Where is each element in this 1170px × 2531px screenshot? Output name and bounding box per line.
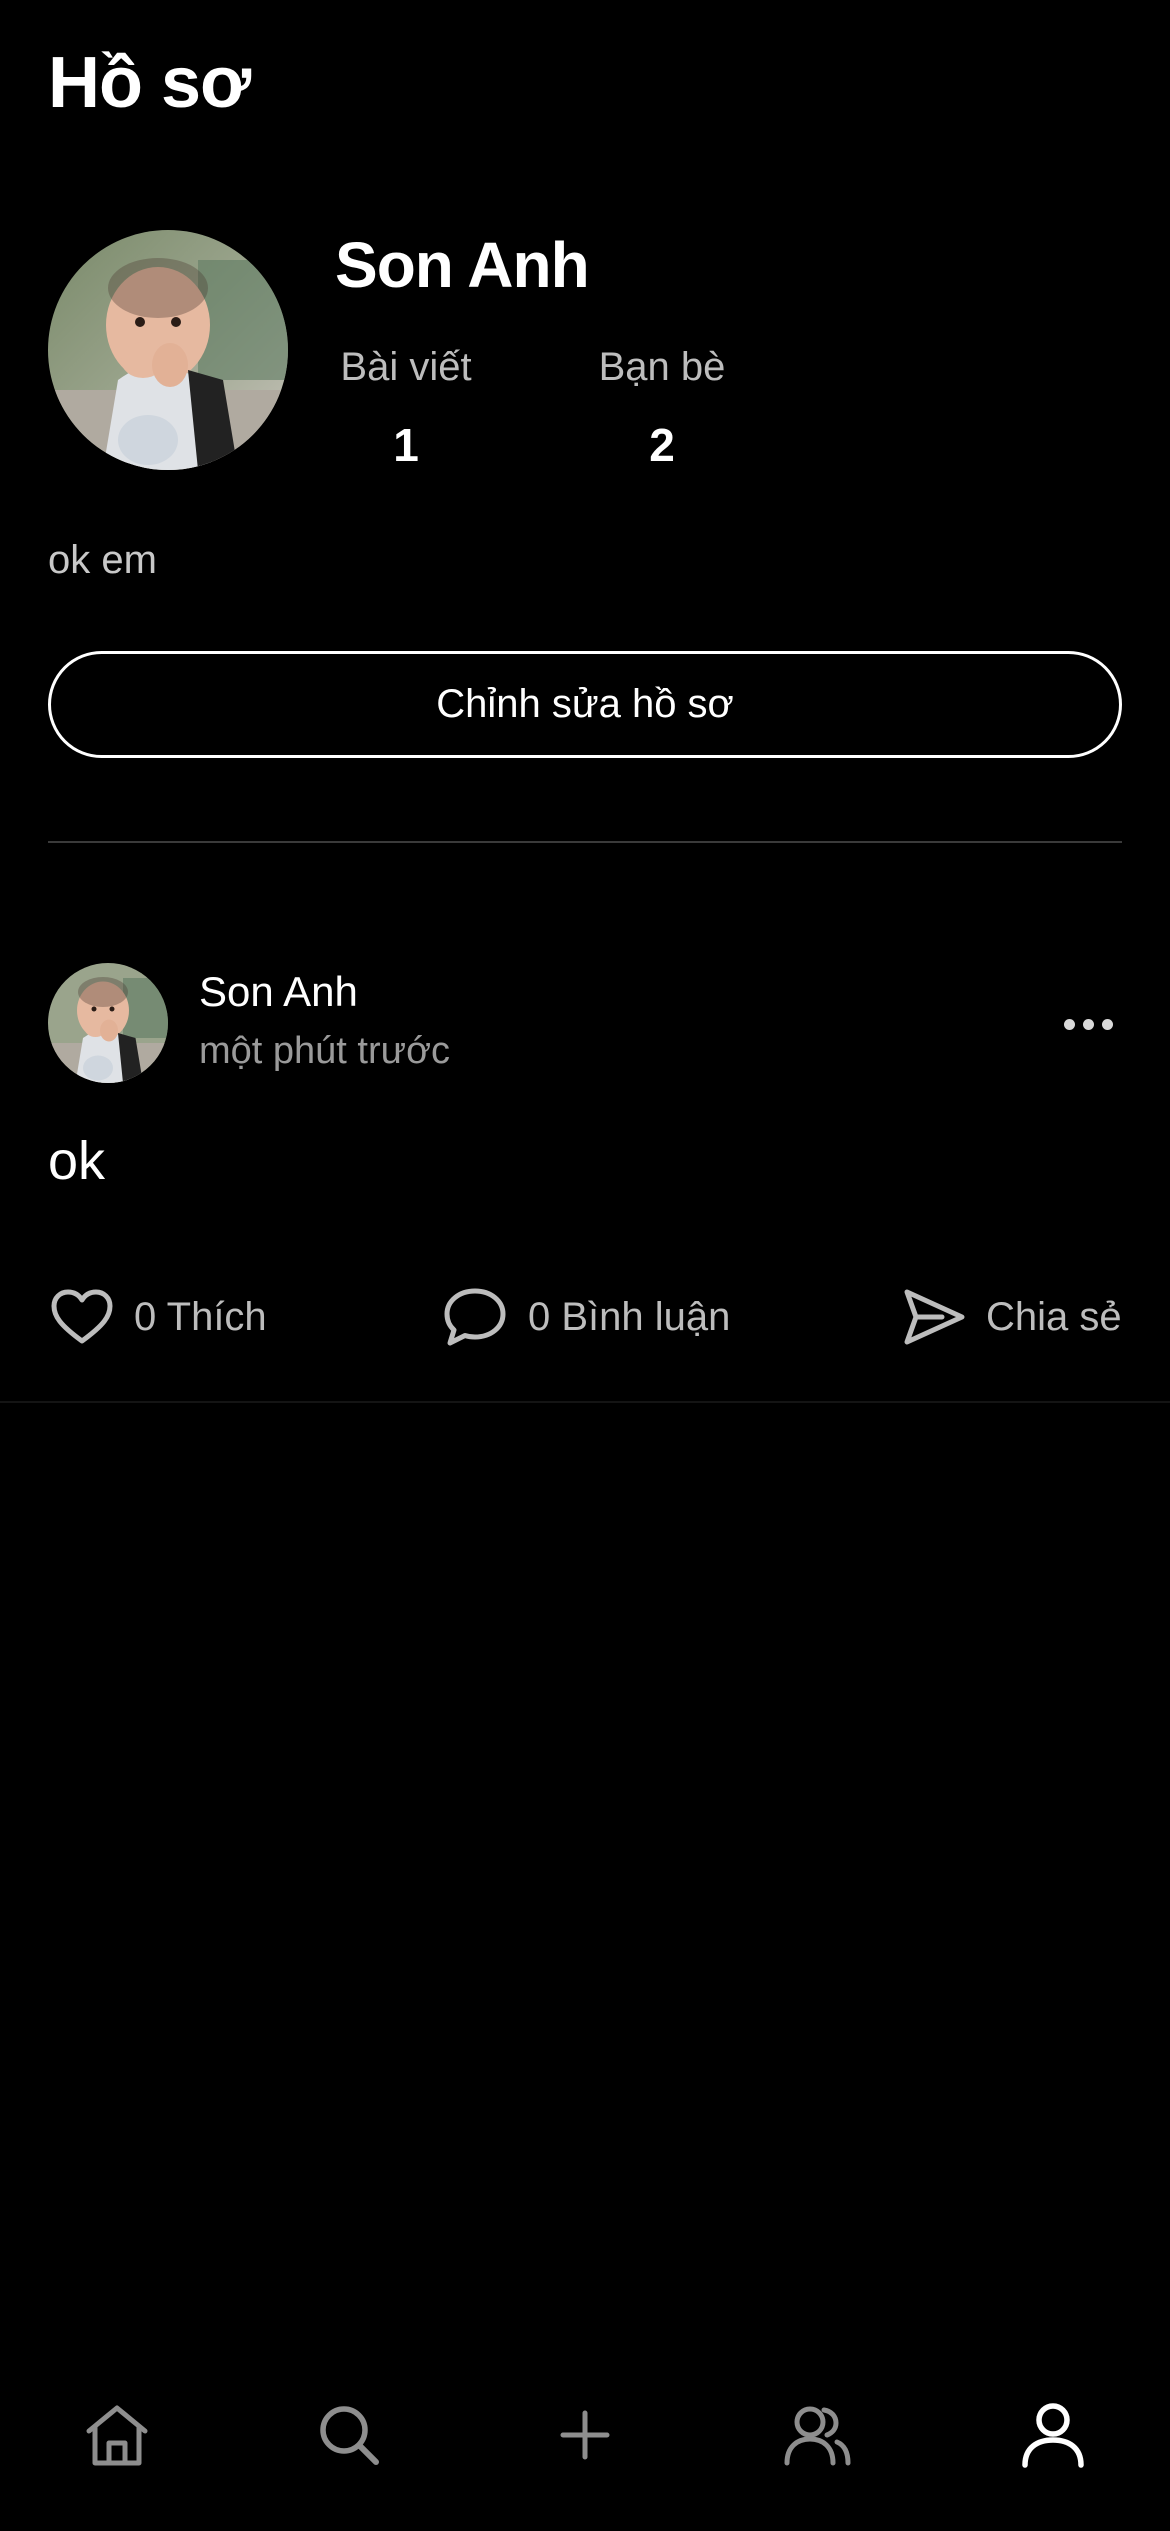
profile-icon: [1022, 2403, 1084, 2468]
post-content: ok: [48, 1131, 106, 1191]
search-icon: [320, 2406, 379, 2465]
comment-icon: [444, 1288, 506, 1346]
share-button[interactable]: Chia sẻ: [902, 1282, 1122, 1352]
share-label: Chia sẻ: [986, 1294, 1122, 1339]
posts-stat-value: 1: [393, 419, 419, 471]
post-author-name[interactable]: Son Anh: [199, 968, 358, 1016]
more-dot-icon: [1082, 1018, 1094, 1030]
friends-stat-value: 2: [649, 419, 675, 471]
nav-friends[interactable]: [762, 2380, 872, 2490]
profile-avatar[interactable]: [48, 230, 288, 470]
comment-count-label: 0 Bình luận: [528, 1294, 731, 1339]
friends-stat-label: Bạn bè: [598, 345, 726, 389]
bottom-nav: [0, 2380, 1170, 2490]
send-icon: [904, 1289, 965, 1345]
nav-profile[interactable]: [998, 2380, 1108, 2490]
edit-profile-button[interactable]: Chỉnh sửa hồ sơ: [48, 651, 1122, 758]
more-dot-icon: [1101, 1018, 1113, 1030]
friends-stat[interactable]: Bạn bè 2: [562, 345, 762, 472]
section-divider: [48, 841, 1122, 843]
like-button[interactable]: 0 Thích: [50, 1282, 267, 1352]
profile-name: Son Anh: [335, 229, 590, 301]
friends-icon: [784, 2406, 851, 2466]
comment-button[interactable]: 0 Bình luận: [442, 1282, 730, 1352]
page-title: Hồ sơ: [48, 43, 251, 123]
post-author-avatar[interactable]: [48, 963, 168, 1083]
post-more-options-button[interactable]: [1050, 1000, 1126, 1048]
posts-stat-label: Bài viết: [340, 345, 472, 389]
nav-create-post[interactable]: [530, 2380, 640, 2490]
posts-stat: Bài viết 1: [306, 345, 506, 472]
plus-icon: [560, 2410, 610, 2460]
avatar-photo-icon: [48, 963, 168, 1083]
heart-icon: [51, 1289, 113, 1344]
avatar-photo-icon: [48, 230, 288, 470]
nav-search[interactable]: [294, 2380, 404, 2490]
post-divider: [0, 1401, 1170, 1403]
nav-home[interactable]: [62, 2380, 172, 2490]
like-count-label: 0 Thích: [134, 1294, 267, 1339]
more-dot-icon: [1063, 1018, 1075, 1030]
profile-bio: ok em: [48, 538, 157, 582]
home-icon: [86, 2405, 148, 2466]
post-timestamp: một phút trước: [199, 1030, 450, 1072]
